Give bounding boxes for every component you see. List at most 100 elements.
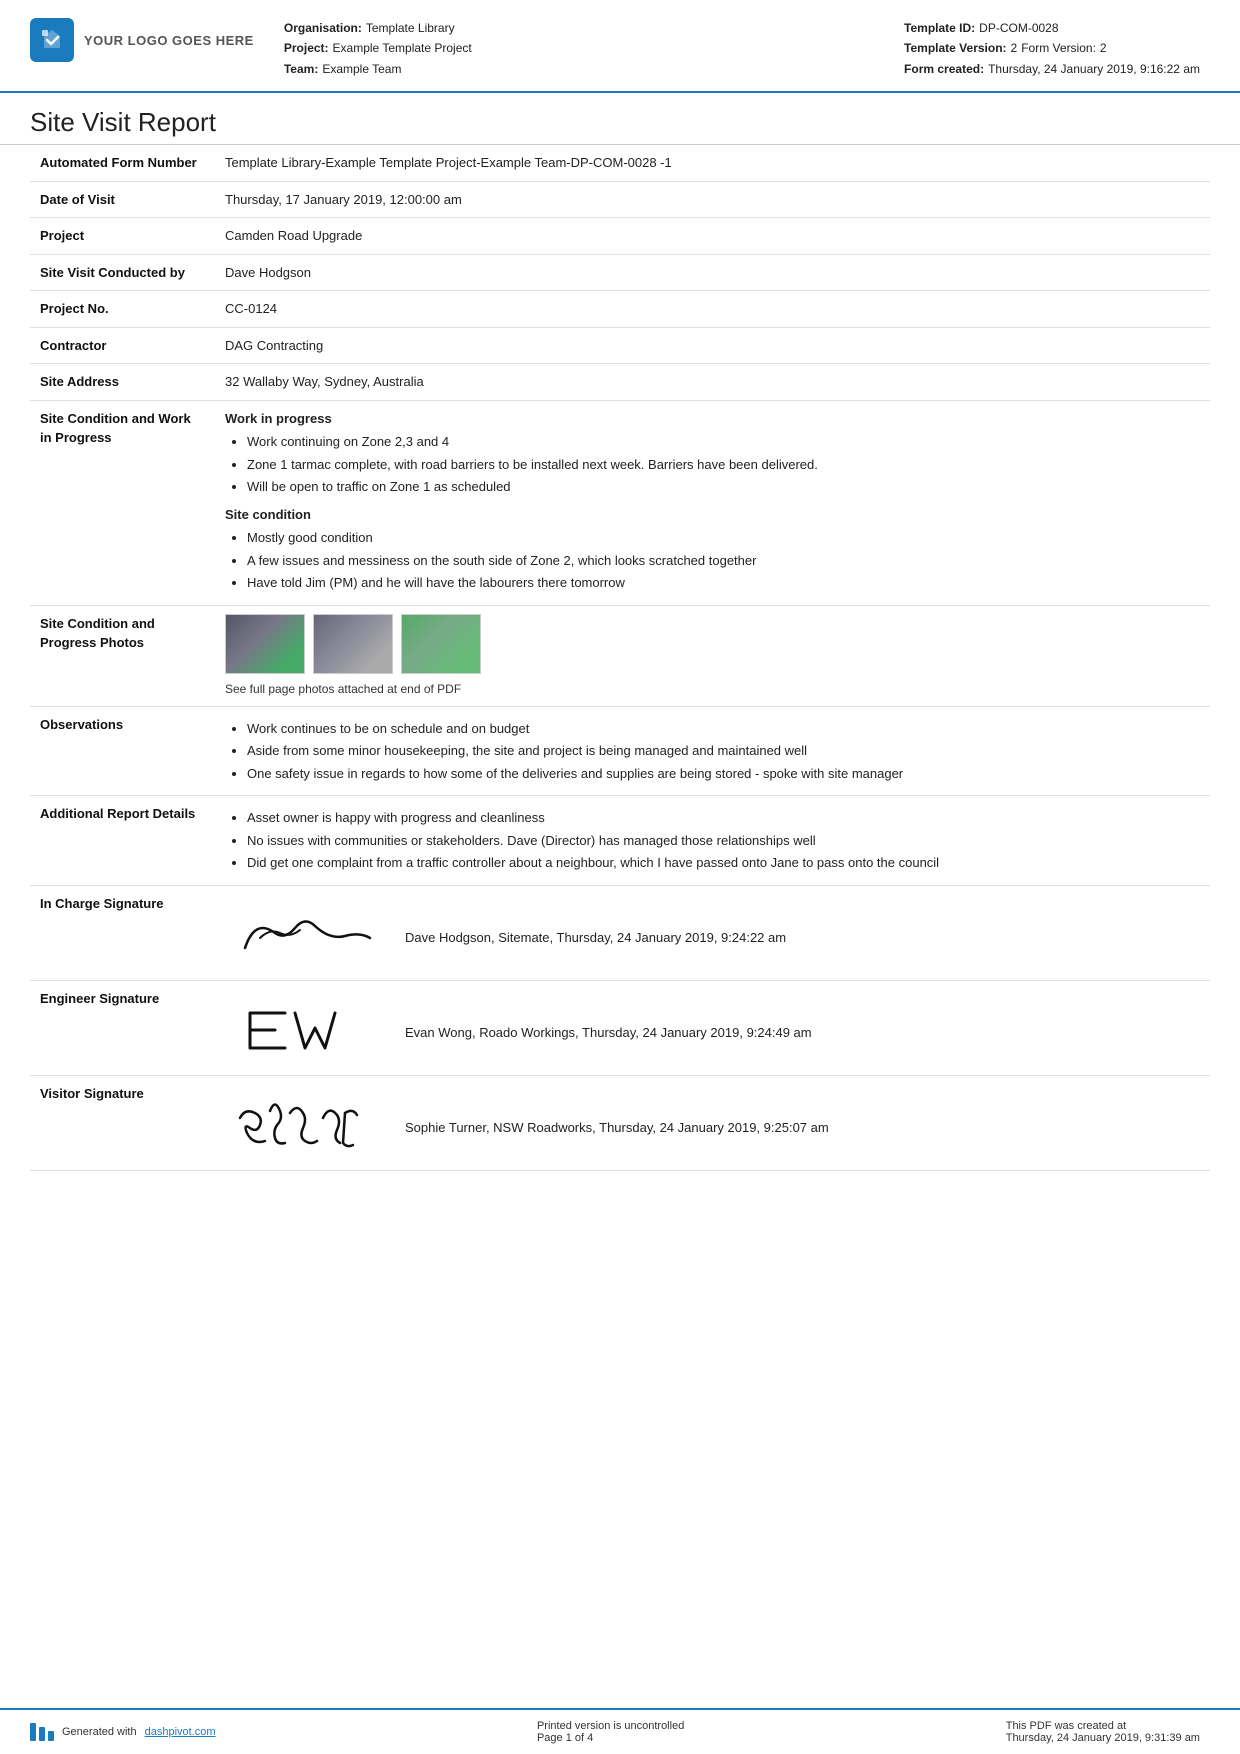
- date-of-visit-label: Date of Visit: [30, 181, 215, 218]
- photo-thumb-1: [225, 614, 305, 674]
- template-id-label: Template ID:: [904, 18, 975, 38]
- photos-wrap: [225, 614, 1200, 674]
- site-visit-label: Site Visit Conducted by: [30, 254, 215, 291]
- project-no-value: CC-0124: [215, 291, 1210, 328]
- photo-thumb-2: [313, 614, 393, 674]
- observations-label: Observations: [30, 706, 215, 796]
- footer-bar-3: [48, 1731, 54, 1741]
- footer-logo-icon: [30, 1723, 54, 1741]
- additional-value: Asset owner is happy with progress and c…: [215, 796, 1210, 886]
- table-row-additional: Additional Report Details Asset owner is…: [30, 796, 1210, 886]
- table-row-site-address: Site Address 32 Wallaby Way, Sydney, Aus…: [30, 364, 1210, 401]
- project-field-value: Camden Road Upgrade: [215, 218, 1210, 255]
- header: YOUR LOGO GOES HERE Organisation: Templa…: [0, 0, 1240, 93]
- visitor-label: Visitor Signature: [30, 1075, 215, 1170]
- work-in-progress-heading: Work in progress: [225, 409, 1200, 429]
- dashpivot-link[interactable]: dashpivot.com: [145, 1726, 216, 1738]
- list-item: Have told Jim (PM) and he will have the …: [247, 573, 1200, 593]
- list-item: Asset owner is happy with progress and c…: [247, 808, 1200, 828]
- table-row-form-number: Automated Form Number Template Library-E…: [30, 145, 1210, 181]
- site-condition-label: Site Condition and Work in Progress: [30, 400, 215, 605]
- form-version-value: 2: [1100, 38, 1107, 58]
- in-charge-label: In Charge Signature: [30, 885, 215, 980]
- list-item: Did get one complaint from a traffic con…: [247, 853, 1200, 873]
- photos-caption: See full page photos attached at end of …: [225, 680, 1200, 698]
- list-item: Aside from some minor housekeeping, the …: [247, 741, 1200, 761]
- work-bullets: Work continuing on Zone 2,3 and 4 Zone 1…: [225, 432, 1200, 497]
- engineer-sig-text: Evan Wong, Roado Workings, Thursday, 24 …: [405, 1023, 812, 1043]
- header-right: Template ID: DP-COM-0028 Template Versio…: [904, 18, 1200, 79]
- table-row-site-condition: Site Condition and Work in Progress Work…: [30, 400, 1210, 605]
- project-value: Example Template Project: [333, 38, 472, 58]
- table-row-observations: Observations Work continues to be on sch…: [30, 706, 1210, 796]
- photos-value: See full page photos attached at end of …: [215, 605, 1210, 706]
- project-field-label: Project: [30, 218, 215, 255]
- report-title: Site Visit Report: [0, 93, 1240, 145]
- additional-bullets: Asset owner is happy with progress and c…: [225, 808, 1200, 873]
- template-version-value: 2: [1011, 38, 1018, 58]
- visitor-sig-text: Sophie Turner, NSW Roadworks, Thursday, …: [405, 1118, 829, 1138]
- team-value: Example Team: [322, 59, 401, 79]
- visitor-sig-row: Sophie Turner, NSW Roadworks, Thursday, …: [225, 1084, 1200, 1162]
- photos-label: Site Condition and Progress Photos: [30, 605, 215, 706]
- generated-label: Generated with: [62, 1726, 137, 1738]
- list-item: A few issues and messiness on the south …: [247, 551, 1200, 571]
- site-address-label: Site Address: [30, 364, 215, 401]
- list-item: No issues with communities or stakeholde…: [247, 831, 1200, 851]
- engineer-sig-row: Evan Wong, Roado Workings, Thursday, 24 …: [225, 989, 1200, 1067]
- in-charge-sig-row: Dave Hodgson, Sitemate, Thursday, 24 Jan…: [225, 894, 1200, 972]
- form-number-value: Template Library-Example Template Projec…: [215, 145, 1210, 181]
- in-charge-sig-text: Dave Hodgson, Sitemate, Thursday, 24 Jan…: [405, 928, 786, 948]
- project-no-label: Project No.: [30, 291, 215, 328]
- site-condition-heading: Site condition: [225, 505, 1200, 525]
- date-of-visit-value: Thursday, 17 January 2019, 12:00:00 am: [215, 181, 1210, 218]
- site-address-value: 32 Wallaby Way, Sydney, Australia: [215, 364, 1210, 401]
- team-label: Team:: [284, 59, 318, 79]
- template-version-label: Template Version:: [904, 38, 1006, 58]
- form-number-label: Automated Form Number: [30, 145, 215, 181]
- form-table-wrap: Automated Form Number Template Library-E…: [0, 145, 1240, 1171]
- list-item: Mostly good condition: [247, 528, 1200, 548]
- form-created-label: Form created:: [904, 59, 984, 79]
- form-version-label: Form Version:: [1021, 38, 1096, 58]
- footer-bar-2: [39, 1727, 45, 1741]
- contractor-value: DAG Contracting: [215, 327, 1210, 364]
- visitor-sig-cell: Sophie Turner, NSW Roadworks, Thursday, …: [215, 1075, 1210, 1170]
- table-row-visitor-sig: Visitor Signature: [30, 1075, 1210, 1170]
- template-id-value: DP-COM-0028: [979, 18, 1058, 38]
- footer-left: Generated with dashpivot.com: [30, 1723, 216, 1741]
- visitor-sig-image: [225, 1088, 385, 1158]
- engineer-sig-cell: Evan Wong, Roado Workings, Thursday, 24 …: [215, 980, 1210, 1075]
- in-charge-sig-cell: Dave Hodgson, Sitemate, Thursday, 24 Jan…: [215, 885, 1210, 980]
- contractor-label: Contractor: [30, 327, 215, 364]
- site-condition-bullets: Mostly good condition A few issues and m…: [225, 528, 1200, 593]
- form-table: Automated Form Number Template Library-E…: [30, 145, 1210, 1171]
- observations-bullets: Work continues to be on schedule and on …: [225, 719, 1200, 784]
- footer: Generated with dashpivot.com Printed ver…: [0, 1708, 1240, 1754]
- footer-right: This PDF was created at Thursday, 24 Jan…: [1006, 1720, 1200, 1744]
- additional-label: Additional Report Details: [30, 796, 215, 886]
- list-item: Work continuing on Zone 2,3 and 4: [247, 432, 1200, 452]
- photo-thumb-3: [401, 614, 481, 674]
- logo-area: YOUR LOGO GOES HERE: [30, 18, 254, 62]
- list-item: Zone 1 tarmac complete, with road barrie…: [247, 455, 1200, 475]
- uncontrolled-text: Printed version is uncontrolled: [537, 1720, 684, 1732]
- engineer-label: Engineer Signature: [30, 980, 215, 1075]
- page: YOUR LOGO GOES HERE Organisation: Templa…: [0, 0, 1240, 1754]
- table-row-project-no: Project No. CC-0124: [30, 291, 1210, 328]
- observations-value: Work continues to be on schedule and on …: [215, 706, 1210, 796]
- list-item: Work continues to be on schedule and on …: [247, 719, 1200, 739]
- page-info: Page 1 of 4: [537, 1732, 684, 1744]
- pdf-created-label: This PDF was created at: [1006, 1720, 1200, 1732]
- form-created-value: Thursday, 24 January 2019, 9:16:22 am: [988, 59, 1200, 79]
- table-row-date-of-visit: Date of Visit Thursday, 17 January 2019,…: [30, 181, 1210, 218]
- logo-text: YOUR LOGO GOES HERE: [84, 33, 254, 48]
- in-charge-sig-image: [225, 898, 385, 968]
- footer-bar-1: [30, 1723, 36, 1741]
- table-row-project: Project Camden Road Upgrade: [30, 218, 1210, 255]
- engineer-sig-image: [225, 993, 385, 1063]
- logo-icon: [30, 18, 74, 62]
- table-row-photos: Site Condition and Progress Photos See f…: [30, 605, 1210, 706]
- list-item: One safety issue in regards to how some …: [247, 764, 1200, 784]
- table-row-engineer-sig: Engineer Signature Evan Wong, Roado Work…: [30, 980, 1210, 1075]
